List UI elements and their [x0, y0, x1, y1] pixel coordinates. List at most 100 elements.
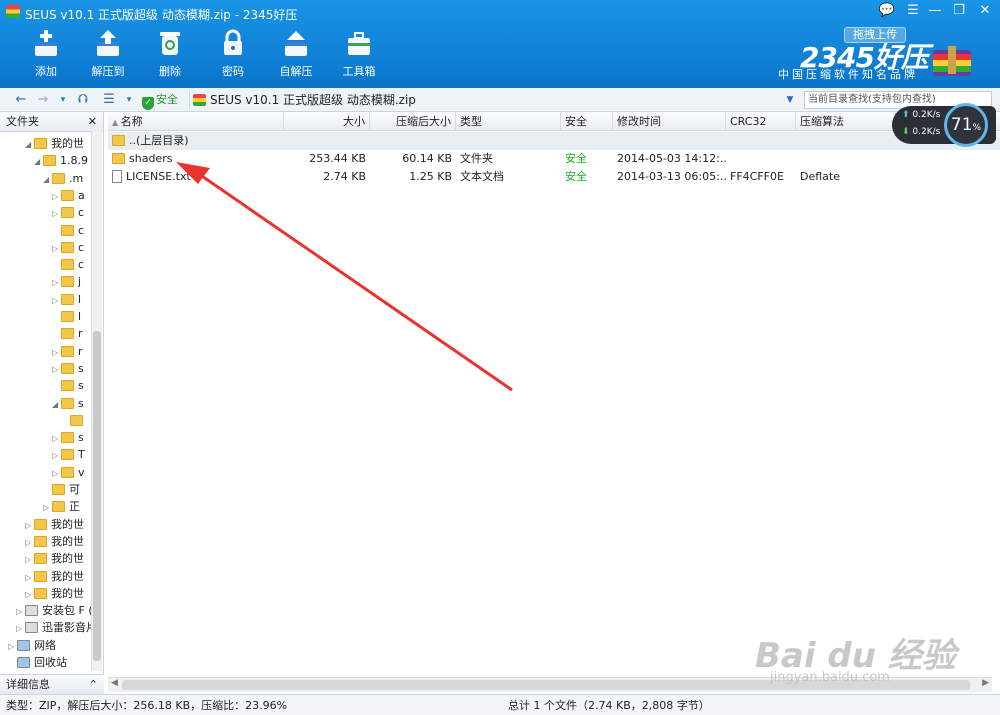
tree-expander-icon[interactable]: ▷ — [52, 205, 61, 222]
sidebar-scrollbar[interactable] — [91, 131, 102, 671]
tree-expander-icon[interactable]: ◢ — [25, 136, 34, 153]
sidebar-tree-item[interactable]: ▷ 我的世 — [25, 568, 84, 585]
tree-expander-icon[interactable]: ▷ — [52, 188, 61, 205]
tree-expander-icon[interactable]: ▷ — [25, 569, 34, 586]
tree-expander-icon[interactable]: ▷ — [43, 499, 52, 516]
sidebar-tree-item[interactable]: ▷ 安装包 F ( — [16, 602, 93, 619]
toolbox-button[interactable]: 工具箱 — [331, 26, 387, 82]
cell-safe: 安全 — [561, 168, 613, 186]
sidebar-tree-item[interactable]: c — [52, 256, 84, 273]
tree-expander-icon[interactable]: ◢ — [52, 396, 61, 413]
tree-expander-icon[interactable]: ▷ — [8, 638, 17, 655]
history-dropdown[interactable]: ▾ — [54, 90, 72, 110]
tree-expander-icon[interactable]: ▷ — [52, 344, 61, 361]
tree-expander-icon[interactable]: ▷ — [25, 534, 34, 551]
sidebar-tree-item[interactable]: ▷ s — [52, 360, 84, 377]
col-packed[interactable]: 压缩后大小 — [370, 112, 456, 131]
tree-expander-icon[interactable]: ▷ — [25, 517, 34, 534]
cell-method — [796, 132, 896, 150]
detail-toggle-icon[interactable]: ⌃ — [89, 675, 98, 695]
sidebar-tree-item[interactable]: ▷ 正 — [43, 498, 80, 515]
feedback-icon[interactable]: 💬 — [876, 2, 898, 20]
tree-expander-icon[interactable]: ▷ — [52, 430, 61, 447]
sidebar-tree-item[interactable]: ▷ a — [52, 187, 85, 204]
archive-path[interactable]: SEUS v10.1 正式版超级 动态模糊.zip — [193, 91, 801, 109]
forward-button[interactable]: → — [34, 90, 52, 110]
sidebar-tree-item[interactable]: ◢ .m — [43, 170, 83, 187]
sidebar-tree-item[interactable]: ▷ c — [52, 239, 84, 256]
tree-expander-icon[interactable]: ◢ — [34, 153, 43, 170]
scroll-left-icon[interactable]: ◀ — [111, 678, 118, 688]
sidebar-close-icon[interactable]: ✕ — [88, 112, 97, 132]
sidebar-tree-item[interactable]: ▷ s — [52, 429, 84, 446]
scroll-right-icon[interactable]: ▶ — [982, 678, 989, 688]
sidebar-tree-item[interactable]: 可 — [43, 481, 80, 498]
tree-expander-icon[interactable]: ▷ — [52, 274, 61, 291]
sidebar-tree-item[interactable]: ▷ 网络 — [8, 637, 56, 654]
tree-expander-icon[interactable]: ▷ — [52, 465, 61, 482]
col-method[interactable]: 压缩算法 — [796, 112, 896, 131]
table-row[interactable]: shaders 253.44 KB 60.14 KB 文件夹 安全 2014-05-03 … — [108, 150, 1000, 168]
tree-expander-icon[interactable]: ▷ — [16, 603, 25, 620]
sidebar-tree-item[interactable]: ▷ c — [52, 204, 84, 221]
tree-expander-icon[interactable]: ▷ — [16, 620, 25, 637]
minimize-button[interactable]: — — [924, 2, 946, 20]
close-button[interactable]: ✕ — [974, 2, 996, 20]
sidebar-tree-item[interactable]: ▷ j — [52, 273, 81, 290]
sidebar-tree-label: 可 — [69, 483, 80, 496]
sidebar-tree-item[interactable]: ▷ v — [52, 464, 85, 481]
detail-panel-header[interactable]: 详细信息 ⌃ — [0, 674, 104, 694]
tree-expander-icon[interactable]: ▷ — [52, 240, 61, 257]
sidebar-tree-item[interactable]: ◢ s — [52, 395, 84, 412]
maximize-button[interactable]: ❐ — [948, 2, 970, 20]
sidebar-tree-item[interactable]: c — [52, 222, 84, 239]
tree-expander-icon[interactable]: ▷ — [52, 447, 61, 464]
tree-expander-icon[interactable]: ▷ — [25, 586, 34, 603]
up-folder-button[interactable]: ⮉ — [74, 90, 92, 110]
col-crc[interactable]: CRC32 — [726, 112, 796, 131]
col-name[interactable]: ▲ 名称 — [108, 112, 284, 131]
password-button[interactable]: 密码 — [205, 26, 261, 82]
menu-button[interactable]: ☰ — [902, 2, 924, 20]
table-row[interactable]: ..(上层目录) — [108, 132, 1000, 150]
sidebar-scroll-thumb[interactable] — [93, 331, 101, 661]
col-mtime[interactable]: 修改时间 — [613, 112, 726, 131]
safe-badge[interactable]: ✓ 安全 — [140, 91, 190, 110]
sidebar-tree-item[interactable]: ▷ 迅雷影音片 — [16, 619, 97, 636]
self-extract-button[interactable]: 自解压 — [268, 26, 324, 82]
view-mode-button[interactable]: ☰ — [100, 90, 118, 110]
sidebar-tree-item[interactable]: l — [52, 308, 81, 325]
sidebar-tree-item[interactable]: ▷ r — [52, 343, 83, 360]
sidebar-tree-item[interactable]: ▷ 我的世 — [25, 516, 84, 533]
sidebar-tree-item[interactable]: ▷ 我的世 — [25, 585, 84, 602]
table-row[interactable]: LICENSE.txt 2.74 KB 1.25 KB 文本文档 安全 2014-03-1… — [108, 168, 1000, 186]
sidebar-tree-item[interactable]: ◢ 我的世 — [25, 135, 84, 152]
col-type[interactable]: 类型 — [456, 112, 561, 131]
memory-gauge[interactable]: 71% — [944, 103, 988, 147]
add-button[interactable]: 添加 — [18, 26, 74, 82]
sidebar-tree-item[interactable]: ▷ l — [52, 291, 81, 308]
sidebar-tree-item[interactable]: r — [52, 325, 83, 342]
extract-to-button[interactable]: 解压到 — [80, 26, 136, 82]
col-size[interactable]: 大小 — [284, 112, 370, 131]
tree-expander-icon[interactable]: ▷ — [25, 551, 34, 568]
sidebar-tree-item[interactable]: ◢ 1.8.9 — [34, 152, 88, 169]
view-mode-dropdown[interactable]: ▾ — [120, 90, 138, 110]
sidebar-tree-item[interactable]: ▷ T — [52, 446, 85, 463]
tree-expander-icon[interactable]: ◢ — [43, 171, 52, 188]
sidebar-tree-item[interactable]: s — [52, 377, 84, 394]
tree-expander-icon[interactable]: ▷ — [52, 361, 61, 378]
gauge-percent: 71 — [950, 115, 973, 135]
col-safe[interactable]: 安全 — [561, 112, 613, 131]
sidebar-tree-label: 正 — [69, 500, 80, 514]
delete-button[interactable]: 删除 — [142, 26, 198, 82]
sidebar-tree-item[interactable]: ▷ 我的世 — [25, 533, 84, 550]
sidebar-tree-item[interactable]: 回收站 — [8, 654, 67, 671]
sidebar-tree-item[interactable] — [61, 412, 87, 429]
back-button[interactable]: ← — [12, 90, 30, 110]
path-dropdown-icon[interactable]: ▼ — [782, 91, 798, 109]
tree-expander-icon[interactable]: ▷ — [52, 292, 61, 309]
app-window: SEUS v10.1 正式版超级 动态模糊.zip - 2345好压 💬 ☰ —… — [0, 0, 1000, 715]
sidebar-tree-item[interactable]: ▷ 我的世 — [25, 550, 84, 567]
folder-icon — [34, 518, 47, 530]
